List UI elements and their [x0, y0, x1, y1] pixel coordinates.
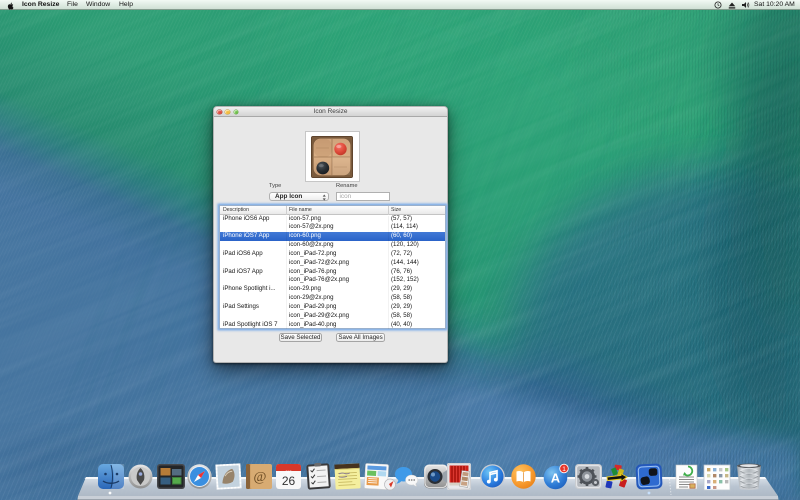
svg-text:@: @: [254, 470, 267, 485]
svg-text:A: A: [551, 471, 561, 486]
svg-text:1: 1: [562, 466, 566, 473]
svg-text:26: 26: [282, 474, 296, 488]
